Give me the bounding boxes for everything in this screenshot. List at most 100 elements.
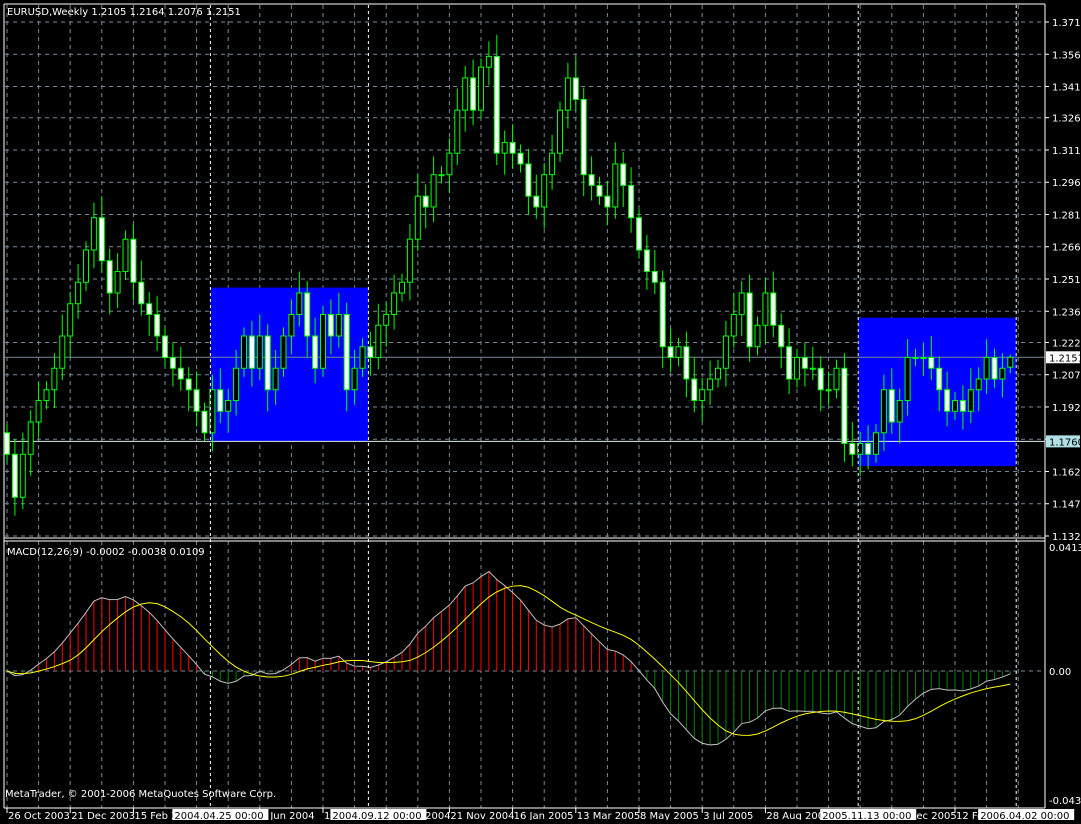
candle-bull — [59, 335, 66, 369]
macd-header: MACD(12,26,9) -0.0002 -0.0038 0.0109 — [7, 547, 205, 558]
price-marker-label: 1.1760 — [1049, 437, 1081, 448]
candle-bull — [967, 389, 974, 412]
candle-bull — [825, 389, 832, 392]
candle-bull — [794, 356, 800, 380]
time-tick-label: 8 May 2005 — [640, 811, 699, 820]
candle-bull — [975, 378, 982, 391]
candle-bull — [414, 195, 421, 240]
candle-bear — [991, 356, 998, 380]
candle-bull — [549, 152, 556, 176]
candle-bull — [983, 356, 990, 380]
price-tick-label: 1.2220 — [1052, 338, 1081, 349]
candle-bull — [699, 389, 706, 402]
price-tick-label: 1.1320 — [1052, 532, 1081, 543]
candle-bear — [651, 270, 658, 283]
candle-bear — [786, 346, 793, 380]
candle-bull — [873, 432, 879, 455]
candle-bull — [383, 313, 390, 326]
candle-bull — [920, 356, 927, 359]
price-tick-label: 1.1920 — [1052, 403, 1081, 414]
candle-bull — [833, 367, 840, 391]
candle-bear — [928, 356, 935, 369]
candle-bull — [406, 238, 413, 283]
candle-bull — [296, 292, 303, 315]
candle-bull — [35, 400, 42, 423]
candle-bull — [462, 77, 469, 111]
candle-bear — [944, 389, 951, 412]
candle-bull — [51, 367, 58, 391]
price-tick-label: 1.2965 — [1052, 178, 1081, 189]
candle-bear — [683, 346, 690, 380]
candle-bear — [770, 292, 777, 326]
candle-bear — [849, 443, 856, 455]
candle-bear — [604, 195, 611, 208]
candle-bear — [659, 281, 666, 348]
candle-bear — [959, 400, 966, 412]
candle-bear — [596, 184, 603, 197]
candle-bull — [83, 249, 89, 283]
candle-bull — [754, 324, 761, 348]
candle-bull — [738, 292, 745, 315]
candle-bear — [217, 389, 224, 412]
candle-bear — [517, 152, 524, 165]
price-tick-label: 1.2665 — [1052, 243, 1081, 254]
candle-bear — [470, 77, 477, 111]
candle-bull — [43, 389, 50, 402]
price-tick-label: 1.3115 — [1052, 146, 1081, 157]
candle-bear — [264, 335, 271, 391]
candle-bear — [667, 346, 674, 358]
candle-bull — [320, 313, 326, 369]
candle-bear — [169, 356, 176, 369]
candle-bull — [762, 292, 769, 326]
candle-bull — [225, 400, 232, 412]
candle-bull — [19, 453, 26, 498]
candle-bull — [564, 77, 571, 111]
candle-bear — [817, 367, 824, 391]
candle-bull — [122, 238, 129, 272]
time-tick-label: 26 Oct 2003 — [8, 811, 70, 820]
candle-bear — [691, 378, 698, 402]
candle-bull — [999, 367, 1006, 380]
price-chart[interactable]: 1.3710 1.3560 1.3410 1.3265 1.3115 1.2965 1.28… — [0, 0, 1081, 822]
candle-bull — [501, 141, 508, 154]
candle-bull — [335, 313, 342, 337]
chart-header: EURUSD,Weekly 1.2105 1.2164 1.2076 1.215… — [7, 7, 241, 18]
price-tick-label: 1.2815 — [1052, 210, 1081, 221]
candle-bull — [114, 270, 121, 294]
candle-bull — [233, 367, 240, 402]
candle-bull — [485, 55, 492, 68]
time-tick-label: 13 Mar 2005 — [577, 811, 640, 820]
candle-bear — [643, 249, 650, 272]
candle-bull — [241, 335, 247, 369]
candle-bull — [952, 400, 958, 412]
candle-bear — [841, 367, 848, 445]
candle-bull — [722, 335, 729, 369]
candle-bear — [106, 260, 113, 294]
candle-bull — [67, 303, 74, 337]
candle-bear — [146, 303, 153, 315]
candle-bear — [620, 163, 627, 186]
candle-bull — [351, 367, 358, 391]
candle-bull — [715, 367, 721, 380]
time-tick-label: 16 Jan 2005 — [514, 811, 574, 820]
candle-bull — [438, 174, 445, 177]
candle-bull — [446, 152, 453, 176]
candle-bear — [778, 324, 785, 348]
candle-bear — [865, 443, 872, 455]
candle-bear — [525, 163, 532, 197]
candle-bull — [478, 66, 484, 111]
candle-bull — [359, 346, 366, 369]
candle-bull — [880, 389, 887, 434]
candle-bear — [185, 378, 192, 391]
candle-bear — [636, 217, 642, 251]
price-tick-label: 1.2070 — [1052, 371, 1081, 382]
candle-bear — [628, 184, 635, 219]
candle-bear — [11, 453, 18, 498]
candle-bear — [201, 410, 208, 434]
candle-bull — [707, 378, 714, 391]
candle-bear — [162, 335, 168, 358]
candle-bear — [509, 141, 516, 154]
candle-bear — [154, 313, 161, 337]
candle-bear — [343, 313, 350, 391]
candle-bear — [177, 367, 184, 380]
